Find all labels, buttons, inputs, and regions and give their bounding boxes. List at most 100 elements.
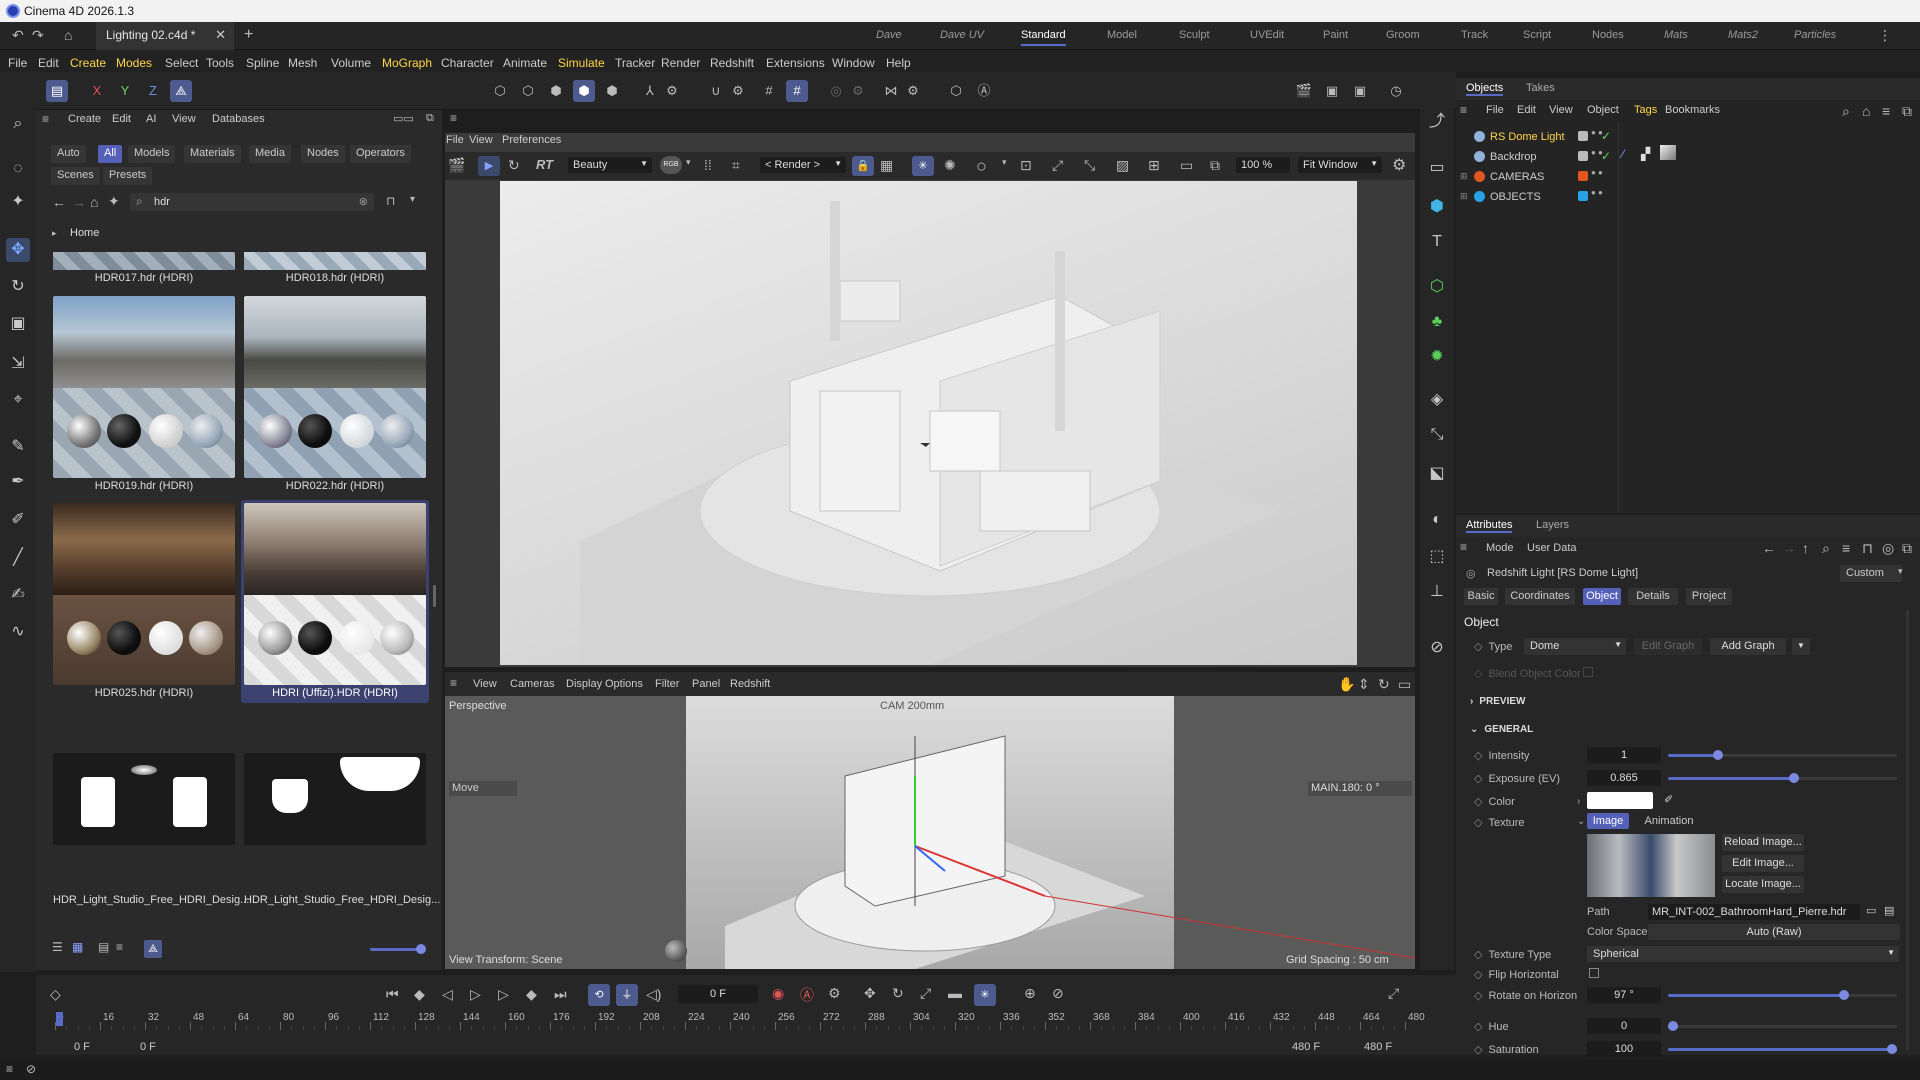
status-check-icon[interactable]: ⊘	[26, 1062, 36, 1076]
filter-presets[interactable]: Presets	[103, 167, 153, 185]
key-scale-icon[interactable]: ⤢	[920, 985, 931, 1002]
list-view-icon[interactable]: ☰	[52, 940, 63, 954]
home-icon[interactable]: ⌂	[64, 27, 72, 43]
key-param-icon[interactable]: ▬	[948, 985, 962, 1001]
text-icon[interactable]: T	[1425, 230, 1449, 254]
status-menu-icon[interactable]: ≡	[6, 1062, 13, 1076]
menu-edit[interactable]: Edit	[38, 56, 59, 70]
search-options-icon[interactable]: ▾	[410, 194, 415, 205]
bokeh-icon[interactable]: ✺	[944, 157, 956, 174]
points-mode-icon[interactable]: ⬡	[489, 80, 511, 102]
menu-mograph[interactable]: MoGraph	[382, 56, 432, 70]
exposure-slider[interactable]	[1668, 773, 1897, 783]
viewport-menu-panel[interactable]: Panel	[692, 678, 720, 690]
subtab-project[interactable]: Project	[1686, 588, 1732, 605]
perspective-viewport[interactable]	[445, 696, 1415, 969]
render-menu-file[interactable]: File	[446, 134, 464, 146]
object-menu-edit[interactable]: Edit	[1517, 104, 1536, 116]
preset-arrow-icon[interactable]: ▾	[1898, 566, 1903, 577]
asset-thumb-hdr025[interactable]	[53, 503, 235, 685]
zoom-field[interactable]: 100 %	[1236, 157, 1290, 173]
next-frame-icon[interactable]: ▷	[498, 986, 509, 1003]
search-input[interactable]: hdr	[154, 196, 170, 208]
expand-icon[interactable]: ⊞	[1460, 171, 1468, 182]
viewport-menu-options[interactable]: Options	[605, 678, 643, 690]
camera-label[interactable]: CAM 200mm	[880, 700, 944, 712]
table-view-icon[interactable]: ▤	[98, 940, 109, 954]
menu-file[interactable]: File	[8, 56, 27, 70]
menu-modes[interactable]: Modes	[116, 56, 152, 70]
render-dropdown[interactable]: < Render > ▼	[760, 157, 846, 173]
filter-all[interactable]: All	[98, 145, 123, 163]
scale-tool-icon[interactable]: ▣	[6, 312, 30, 336]
filter-materials[interactable]: Materials	[184, 145, 241, 163]
menu-help[interactable]: Help	[886, 56, 911, 70]
subtab-basic[interactable]: Basic	[1464, 588, 1498, 605]
layout-tab-uvedit[interactable]: UVEdit	[1250, 29, 1284, 41]
object-name[interactable]: Backdrop	[1490, 151, 1536, 163]
subtab-coordinates[interactable]: Coordinates	[1505, 588, 1575, 605]
rotate-field[interactable]: 97 °	[1587, 987, 1661, 1003]
region-icon[interactable]: ⤡	[1084, 157, 1095, 174]
render-view-settings-icon[interactable]: ⚙	[1392, 155, 1406, 175]
timeline-edit-icon[interactable]: ⊘	[1052, 985, 1064, 1002]
object-menu-tags[interactable]: Tags	[1634, 104, 1657, 116]
timeline-expand-icon[interactable]: ⤢	[1388, 985, 1399, 1002]
render-view-icon[interactable]: ▣	[1321, 80, 1343, 102]
preset-dropdown[interactable]: Custom	[1840, 565, 1902, 582]
object-menu-object[interactable]: Object	[1587, 104, 1619, 116]
attribute-menu-mode[interactable]: Mode	[1486, 542, 1514, 554]
attr-back-icon[interactable]: ←	[1762, 540, 1776, 556]
compositing-tag-icon[interactable]: ▞	[1641, 147, 1650, 161]
menu-tools[interactable]: Tools	[206, 56, 234, 70]
grid-view-icon[interactable]: ▦	[72, 940, 83, 954]
path-field[interactable]: MR_INT-002_BathroomHard_Pierre.hdr	[1648, 904, 1860, 920]
more-icon[interactable]: ⋮	[1878, 27, 1892, 44]
blend-object-color-checkbox[interactable]	[1583, 667, 1593, 677]
layer-color-swatch[interactable]	[1578, 151, 1588, 161]
render-region-icon[interactable]: 🎬	[1293, 80, 1315, 102]
key-settings-icon[interactable]: ⚙	[828, 985, 841, 1002]
attr-up-icon[interactable]: ↑	[1802, 540, 1809, 556]
object-menu-file[interactable]: File	[1486, 104, 1504, 116]
edit-image-button[interactable]: Edit Image...	[1722, 855, 1804, 872]
grid-overlay-icon[interactable]: ⁞⁞	[704, 157, 712, 173]
live-select-icon[interactable]: ◌	[6, 157, 30, 181]
enabled-check-icon[interactable]: ✓	[1601, 149, 1611, 163]
asset-search-box[interactable]: ⌕ hdr ⊗	[130, 193, 374, 211]
end-frame-b[interactable]: 480 F	[1364, 1041, 1392, 1053]
magnet-settings-icon[interactable]: ⚙	[727, 80, 749, 102]
undo-icon[interactable]: ↶	[12, 27, 24, 44]
circle-dropdown-icon[interactable]: ▾	[1002, 157, 1007, 168]
spline-pen-icon[interactable]: ✒	[6, 470, 30, 494]
new-tab-icon[interactable]: +	[244, 26, 253, 44]
color-swatch[interactable]	[1587, 792, 1653, 809]
viewport-menu-filter[interactable]: Filter	[655, 678, 679, 690]
asset-menu-edit[interactable]: Edit	[112, 113, 131, 125]
crop-icon[interactable]: ⌗	[732, 157, 740, 174]
enabled-check-icon[interactable]: ✓	[1601, 129, 1611, 143]
scene-icon[interactable]: ⊘	[1425, 636, 1449, 660]
grid-snap-icon[interactable]: #	[758, 80, 780, 102]
visibility-dots-icon[interactable]: ● ●	[1591, 169, 1603, 177]
snapshot-icon[interactable]: ▨	[1116, 157, 1129, 174]
layout-tab-dave[interactable]: Dave	[876, 29, 902, 41]
sketch-icon[interactable]: ✍	[6, 583, 30, 607]
symmetry-settings-icon[interactable]: ⚙	[902, 80, 924, 102]
layout-tab-mats2[interactable]: Mats2	[1728, 29, 1758, 41]
reload-image-button[interactable]: Reload Image...	[1722, 834, 1804, 851]
layout-tab-standard[interactable]: Standard	[1021, 29, 1066, 46]
thumbnail-size-slider[interactable]	[370, 944, 426, 954]
render-queue-icon[interactable]: ▣	[1349, 80, 1371, 102]
field-icon[interactable]: ⬕	[1425, 462, 1449, 486]
asset-thumb-hdr019[interactable]	[53, 296, 235, 478]
forward-icon[interactable]: →	[72, 194, 86, 210]
layout-tab-groom[interactable]: Groom	[1386, 29, 1420, 41]
start-frame-b[interactable]: 0 F	[140, 1041, 156, 1053]
start-frame-a[interactable]: 0 F	[74, 1041, 90, 1053]
filter-operators[interactable]: Operators	[350, 145, 411, 163]
asset-menu-view[interactable]: View	[172, 113, 196, 125]
workplane-icon[interactable]: ⬡	[945, 80, 967, 102]
orbit-icon[interactable]: ↻	[1378, 676, 1390, 693]
asset-home-icon[interactable]: ⌂	[90, 194, 98, 210]
